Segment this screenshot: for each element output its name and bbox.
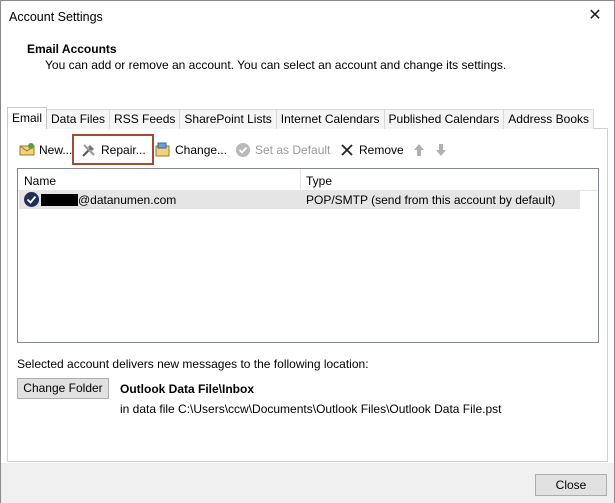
set-as-default-button[interactable]: Set as Default bbox=[235, 140, 330, 160]
arrow-down-icon bbox=[433, 142, 449, 158]
remove-x-icon bbox=[339, 142, 355, 158]
repair-tools-icon bbox=[81, 142, 97, 158]
redacted-username bbox=[41, 194, 78, 206]
tab-data-files[interactable]: Data Files bbox=[46, 109, 111, 129]
header-description: You can add or remove an account. You ca… bbox=[45, 58, 507, 72]
change-folder-button[interactable]: Change Folder bbox=[17, 378, 109, 399]
title-bar[interactable]: Account Settings ✕ bbox=[1, 1, 614, 31]
close-button[interactable]: Close bbox=[535, 474, 607, 496]
column-header-type[interactable]: Type bbox=[306, 174, 332, 188]
delivery-path: in data file C:\Users\ccw\Documents\Outl… bbox=[120, 402, 502, 416]
header-title: Email Accounts bbox=[27, 42, 117, 56]
repair-button-label: Repair... bbox=[101, 143, 146, 157]
tab-internet-calendars[interactable]: Internet Calendars bbox=[275, 109, 385, 129]
move-down-button[interactable] bbox=[433, 140, 453, 160]
arrow-up-icon bbox=[411, 142, 427, 158]
close-icon[interactable]: ✕ bbox=[584, 6, 606, 26]
column-header-name[interactable]: Name bbox=[24, 174, 56, 188]
accounts-list[interactable]: Name Type @datanumen.com POP/SMTP (send … bbox=[17, 168, 599, 343]
tab-sharepoint-lists[interactable]: SharePoint Lists bbox=[179, 109, 277, 129]
tab-address-books[interactable]: Address Books bbox=[503, 109, 594, 129]
move-up-button[interactable] bbox=[411, 140, 431, 160]
check-circle-disabled-icon bbox=[235, 142, 251, 158]
tab-email[interactable]: Email bbox=[7, 107, 48, 129]
change-button[interactable]: Change... bbox=[155, 140, 227, 160]
account-name: @datanumen.com bbox=[78, 193, 177, 207]
account-row[interactable]: @datanumen.com POP/SMTP (send from this … bbox=[19, 191, 580, 209]
remove-button[interactable]: Remove bbox=[339, 140, 404, 160]
change-account-icon bbox=[155, 142, 171, 158]
tab-published-calendars[interactable]: Published Calendars bbox=[383, 109, 505, 129]
set-as-default-label: Set as Default bbox=[255, 143, 331, 157]
column-divider[interactable] bbox=[300, 169, 301, 191]
account-toolbar: New... Repair... Change... Set as Defaul… bbox=[19, 138, 459, 162]
tab-rss-feeds[interactable]: RSS Feeds bbox=[109, 109, 181, 129]
remove-button-label: Remove bbox=[359, 143, 404, 157]
change-button-label: Change... bbox=[175, 143, 228, 157]
dialog-footer bbox=[1, 463, 614, 503]
new-button-label: New... bbox=[39, 143, 73, 157]
delivery-folder: Outlook Data File\Inbox bbox=[120, 382, 255, 396]
account-type: POP/SMTP (send from this account by defa… bbox=[306, 193, 556, 207]
header: Email Accounts You can add or remove an … bbox=[1, 31, 614, 93]
new-account-icon bbox=[19, 142, 35, 158]
account-settings-dialog: Account Settings ✕ Email Accounts You ca… bbox=[0, 0, 615, 503]
tab-strip: Email Data Files RSS Feeds SharePoint Li… bbox=[7, 107, 594, 129]
accounts-list-header: Name Type bbox=[18, 169, 598, 191]
delivery-label: Selected account delivers new messages t… bbox=[17, 357, 369, 371]
window-title: Account Settings bbox=[9, 10, 103, 24]
check-circle-icon bbox=[24, 192, 39, 207]
new-button[interactable]: New... bbox=[19, 140, 72, 160]
repair-button[interactable]: Repair... bbox=[81, 140, 146, 160]
